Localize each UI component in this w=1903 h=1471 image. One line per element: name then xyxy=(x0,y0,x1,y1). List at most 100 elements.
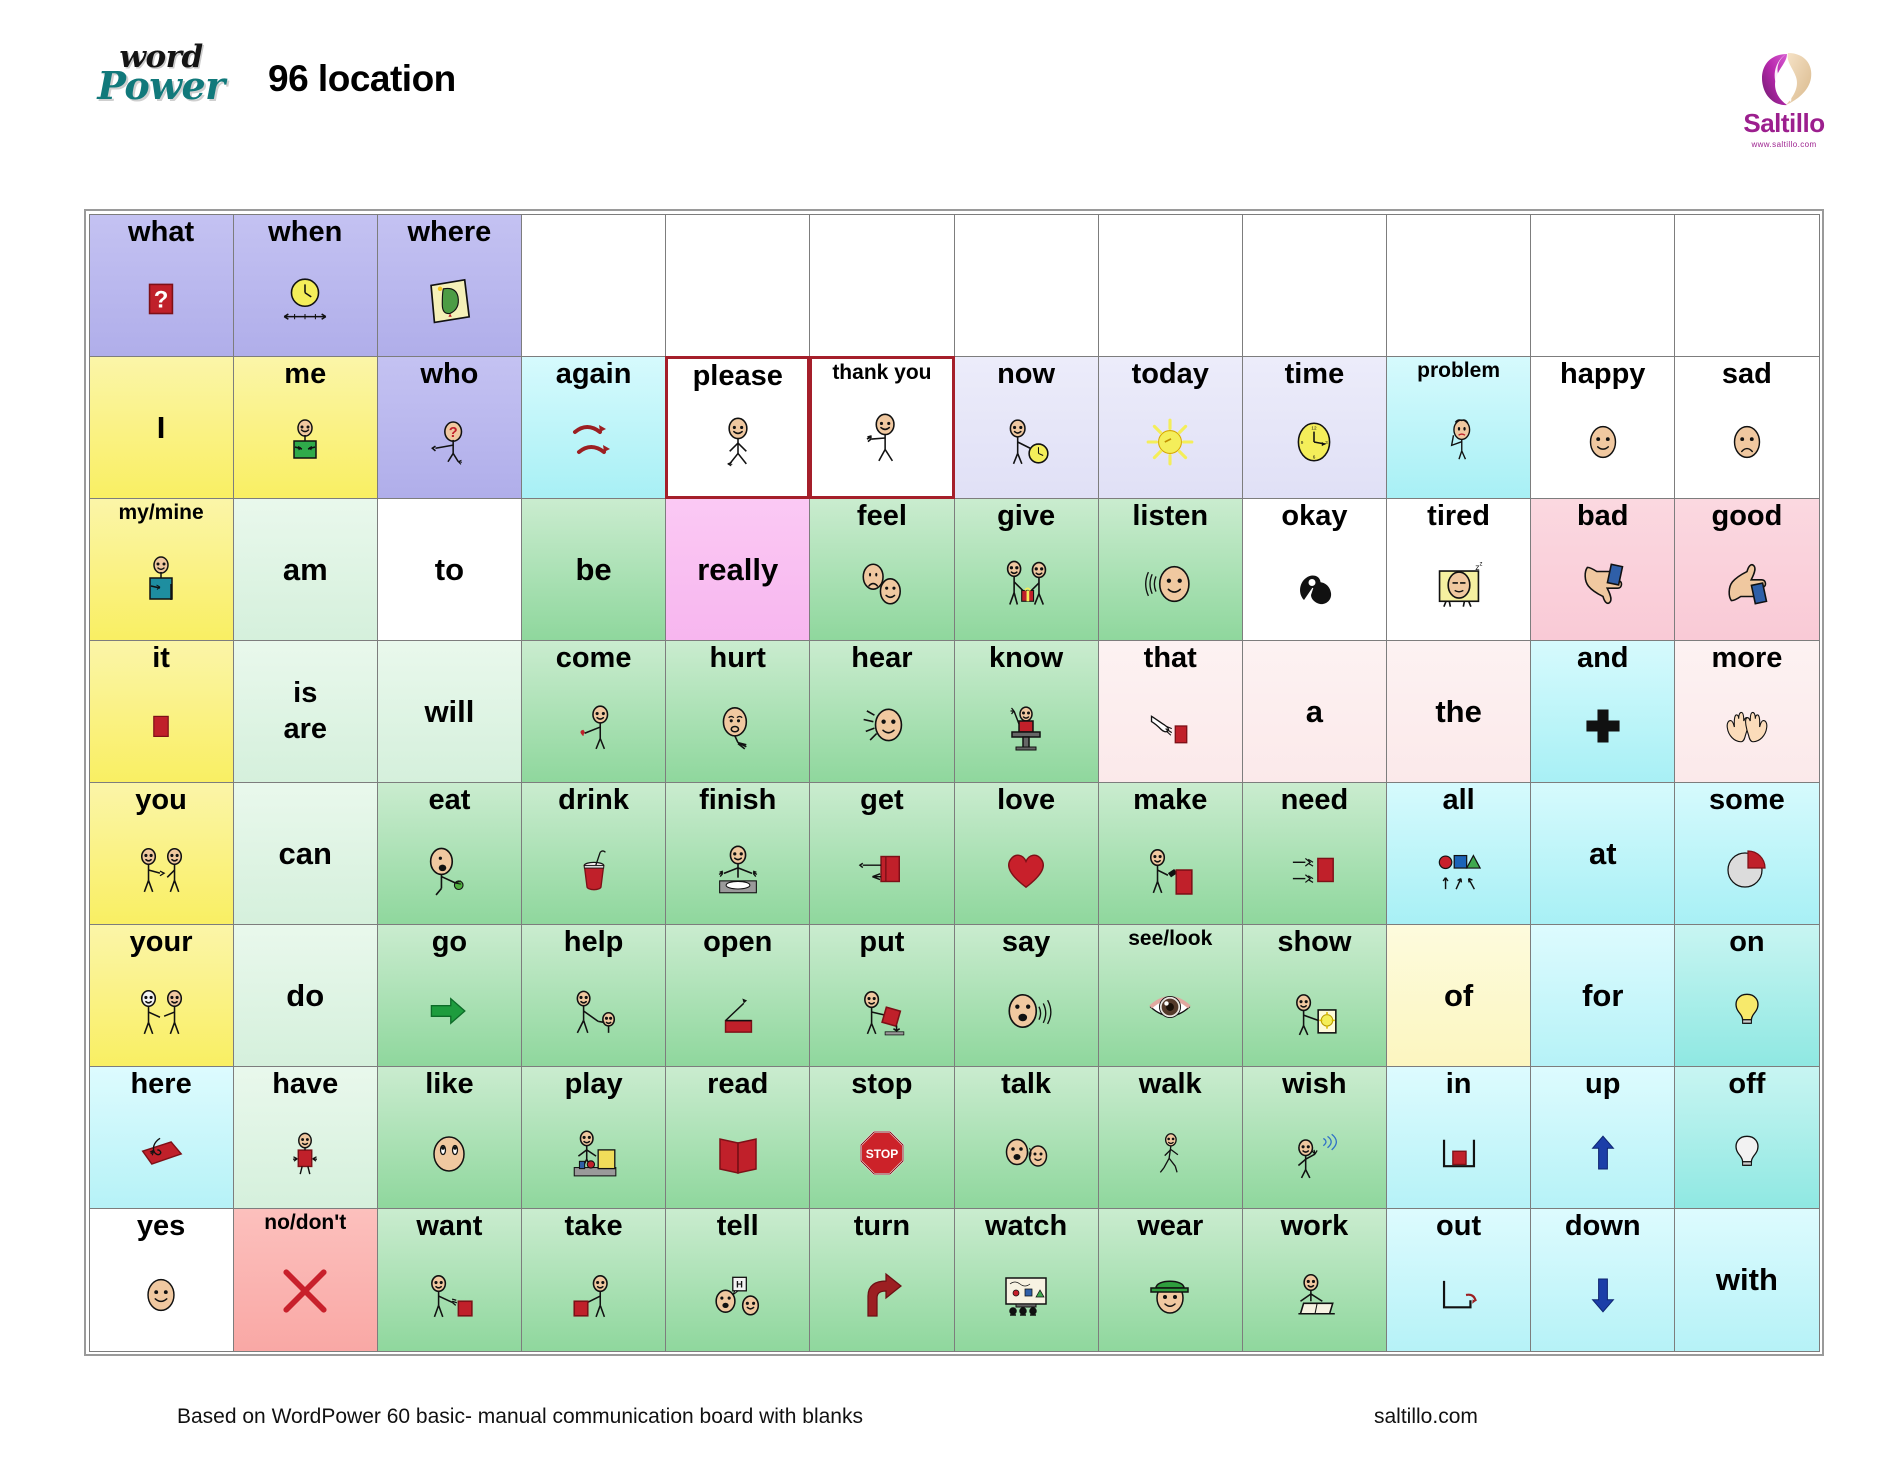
board-cell-down[interactable]: down xyxy=(1530,1208,1676,1352)
board-cell-i[interactable]: I xyxy=(88,355,234,499)
board-cell-read[interactable]: read xyxy=(665,1066,811,1210)
board-cell-problem[interactable]: problem xyxy=(1386,355,1532,499)
board-cell-happy[interactable]: happy xyxy=(1530,355,1676,499)
board-cell-out[interactable]: out xyxy=(1386,1208,1532,1352)
board-cell-what[interactable]: what? xyxy=(88,213,234,357)
board-cell-show[interactable]: show xyxy=(1241,924,1387,1068)
board-cell-tired[interactable]: tired z z xyxy=(1386,497,1532,641)
board-cell-please[interactable]: please xyxy=(665,355,811,499)
board-cell-put[interactable]: put xyxy=(809,924,955,1068)
board-cell-have[interactable]: have xyxy=(232,1066,378,1210)
board-cell-of[interactable]: of xyxy=(1386,924,1532,1068)
board-cell-today[interactable]: today xyxy=(1097,355,1243,499)
board-cell-that[interactable]: that xyxy=(1097,639,1243,783)
board-cell-am[interactable]: am xyxy=(232,497,378,641)
board-cell-label: have xyxy=(272,1068,339,1101)
board-cell-hear[interactable]: hear xyxy=(809,639,955,783)
board-cell-time[interactable]: time 12 3 6 9 xyxy=(1241,355,1387,499)
board-cell-where[interactable]: where xyxy=(376,213,522,357)
board-cell-in[interactable]: in xyxy=(1386,1066,1532,1210)
board-cell-be[interactable]: be xyxy=(521,497,667,641)
board-cell-can[interactable]: can xyxy=(232,782,378,926)
svg-text:?: ? xyxy=(449,425,458,441)
board-cell-label: out xyxy=(1436,1210,1482,1243)
board-cell-no-don-t[interactable]: no/don't xyxy=(232,1208,378,1352)
board-cell-is-are[interactable]: is are xyxy=(232,639,378,783)
board-cell-know[interactable]: know xyxy=(953,639,1099,783)
board-cell-thank-you[interactable]: thank you xyxy=(809,355,955,499)
board-cell-all[interactable]: all xyxy=(1386,782,1532,926)
board-cell-listen[interactable]: listen xyxy=(1097,497,1243,641)
board-cell-now[interactable]: now xyxy=(953,355,1099,499)
board-cell-who[interactable]: who? xyxy=(376,355,522,499)
board-cell-take[interactable]: take xyxy=(521,1208,667,1352)
board-cell-bad[interactable]: bad xyxy=(1530,497,1676,641)
board-cell-blank xyxy=(809,213,955,357)
board-cell-when[interactable]: when xyxy=(232,213,378,357)
board-cell-tell[interactable]: tell H xyxy=(665,1208,811,1352)
board-cell-a[interactable]: a xyxy=(1241,639,1387,783)
board-cell-help[interactable]: help xyxy=(521,924,667,1068)
board-cell-walk[interactable]: walk xyxy=(1097,1066,1243,1210)
two-faces-emotion-icon xyxy=(810,531,953,640)
board-cell-for[interactable]: for xyxy=(1530,924,1676,1068)
board-cell-turn[interactable]: turn xyxy=(809,1208,955,1352)
board-cell-see-look[interactable]: see/look xyxy=(1097,924,1243,1068)
board-cell-get[interactable]: get xyxy=(809,782,955,926)
board-cell-will[interactable]: will xyxy=(376,639,522,783)
board-cell-label: with xyxy=(1715,1262,1778,1298)
board-cell-label: okay xyxy=(1281,499,1348,532)
board-cell-off[interactable]: off xyxy=(1674,1066,1820,1210)
board-cell-go[interactable]: go xyxy=(376,924,522,1068)
saltillo-swoosh-icon xyxy=(1747,48,1821,110)
board-cell-some[interactable]: some xyxy=(1674,782,1820,926)
board-cell-love[interactable]: love xyxy=(953,782,1099,926)
board-cell-sad[interactable]: sad xyxy=(1674,355,1820,499)
board-cell-to[interactable]: to xyxy=(376,497,522,641)
board-cell-talk[interactable]: talk xyxy=(953,1066,1099,1210)
board-cell-wish[interactable]: wish xyxy=(1241,1066,1387,1210)
board-cell-like[interactable]: like xyxy=(376,1066,522,1210)
board-cell-the[interactable]: the xyxy=(1386,639,1532,783)
board-cell-work[interactable]: work xyxy=(1241,1208,1387,1352)
board-cell-feel[interactable]: feel xyxy=(809,497,955,641)
board-cell-want[interactable]: want xyxy=(376,1208,522,1352)
board-cell-really[interactable]: really xyxy=(665,497,811,641)
board-cell-here[interactable]: here xyxy=(88,1066,234,1210)
page-header: word Power 96 location Saltillo www.salt… xyxy=(0,0,1903,170)
board-cell-your[interactable]: your xyxy=(88,924,234,1068)
board-cell-it[interactable]: it xyxy=(88,639,234,783)
board-cell-drink[interactable]: drink xyxy=(521,782,667,926)
board-cell-yes[interactable]: yes xyxy=(88,1208,234,1352)
board-cell-okay[interactable]: okay xyxy=(1241,497,1387,641)
board-cell-give[interactable]: give xyxy=(953,497,1099,641)
person-hammer-box-icon xyxy=(1099,815,1242,924)
board-cell-say[interactable]: say xyxy=(953,924,1099,1068)
clock-timeline-icon xyxy=(234,247,377,356)
board-cell-with[interactable]: with xyxy=(1674,1208,1820,1352)
board-cell-you[interactable]: you xyxy=(88,782,234,926)
board-cell-good[interactable]: good xyxy=(1674,497,1820,641)
board-cell-come[interactable]: come xyxy=(521,639,667,783)
board-cell-up[interactable]: up xyxy=(1530,1066,1676,1210)
board-cell-more[interactable]: more xyxy=(1674,639,1820,783)
board-cell-me[interactable]: me xyxy=(232,355,378,499)
board-cell-my-mine[interactable]: my/mine xyxy=(88,497,234,641)
svg-text:3: 3 xyxy=(1326,440,1329,445)
board-cell-hurt[interactable]: hurt xyxy=(665,639,811,783)
board-cell-watch[interactable]: watch xyxy=(953,1208,1099,1352)
board-cell-wear[interactable]: wear xyxy=(1097,1208,1243,1352)
board-cell-stop[interactable]: stop STOP xyxy=(809,1066,955,1210)
board-cell-play[interactable]: play xyxy=(521,1066,667,1210)
board-cell-do[interactable]: do xyxy=(232,924,378,1068)
board-cell-finish[interactable]: finish xyxy=(665,782,811,926)
board-cell-eat[interactable]: eat xyxy=(376,782,522,926)
board-cell-open[interactable]: open xyxy=(665,924,811,1068)
board-cell-label: know xyxy=(989,641,1064,674)
board-cell-make[interactable]: make xyxy=(1097,782,1243,926)
board-cell-at[interactable]: at xyxy=(1530,782,1676,926)
board-cell-and[interactable]: and xyxy=(1530,639,1676,783)
board-cell-again[interactable]: again xyxy=(521,355,667,499)
board-cell-need[interactable]: need xyxy=(1241,782,1387,926)
board-cell-on[interactable]: on xyxy=(1674,924,1820,1068)
